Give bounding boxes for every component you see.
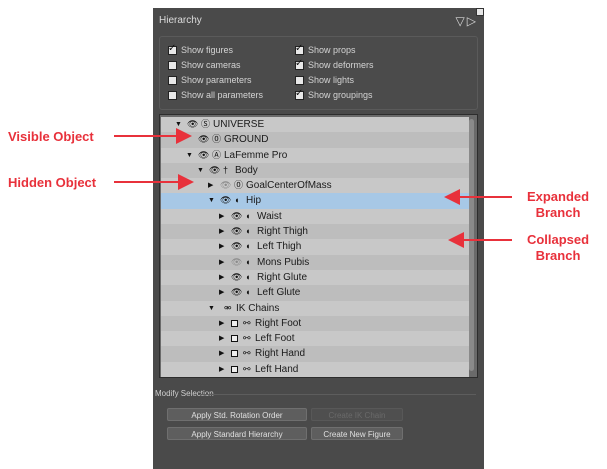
callout-arrows <box>114 128 512 248</box>
